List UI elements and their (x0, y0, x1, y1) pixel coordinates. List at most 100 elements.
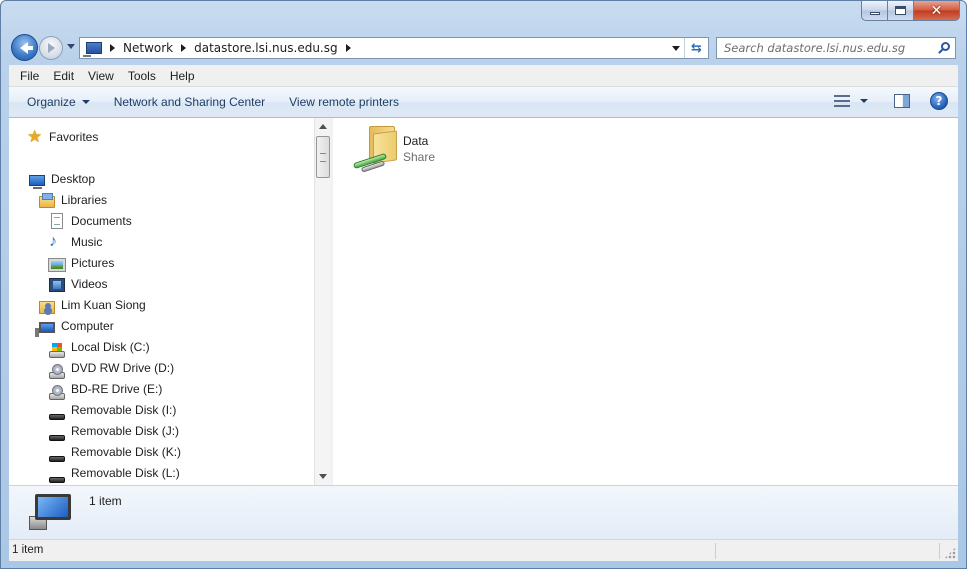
pictures-icon (48, 258, 66, 272)
menu-edit[interactable]: Edit (46, 69, 81, 83)
removable-disk-icon (49, 414, 65, 420)
menu-file[interactable]: File (13, 69, 46, 83)
tree-label-libraries: Libraries (61, 193, 108, 207)
videos-icon (49, 278, 65, 292)
removable-disk-icon (49, 456, 65, 462)
file-name: Data (403, 134, 429, 148)
search-input[interactable] (717, 41, 933, 55)
command-bar: Organize Network and Sharing Center View… (9, 87, 958, 118)
help-icon[interactable]: ? (930, 92, 948, 110)
star-icon: ★ (27, 127, 43, 146)
recent-pages-dropdown[interactable] (67, 44, 75, 49)
tree-item-videos[interactable]: Videos (49, 274, 107, 294)
scroll-down-icon[interactable] (319, 474, 327, 479)
file-list[interactable]: Data Share (333, 118, 958, 485)
tree-item-drive-k[interactable]: Removable Disk (K:) (49, 442, 181, 462)
view-remote-printers-button[interactable]: View remote printers (277, 95, 411, 109)
change-view-icon[interactable] (834, 94, 850, 108)
tree-item-drive-i[interactable]: Removable Disk (I:) (49, 400, 176, 420)
menu-tools[interactable]: Tools (121, 69, 163, 83)
explorer-window: ✕ Network datastore.lsi.nus.edu.sg ⇆ Fil… (0, 0, 967, 569)
tree-item-libraries[interactable]: Libraries (39, 190, 107, 210)
tree-label-favorites: Favorites (49, 130, 99, 144)
resize-grip[interactable] (944, 547, 956, 559)
chevron-down-icon (81, 100, 90, 104)
music-icon: ♪ (49, 233, 57, 250)
maximize-icon (895, 6, 906, 15)
tree-item-drive-c[interactable]: Local Disk (C:) (49, 337, 150, 358)
shared-folder-icon (351, 124, 401, 174)
breadcrumb-datastore[interactable]: datastore.lsi.nus.edu.sg (194, 41, 338, 55)
tree-item-documents[interactable]: Documents (49, 211, 132, 231)
address-history-dropdown[interactable] (672, 46, 680, 51)
tree-item-music[interactable]: ♪ Music (49, 232, 102, 252)
tree-item-pictures[interactable]: Pictures (48, 253, 115, 273)
maximize-button[interactable] (888, 1, 914, 21)
navigation-row: Network datastore.lsi.nus.edu.sg ⇆ (1, 31, 966, 63)
caption-buttons: ✕ (861, 1, 960, 21)
removable-disk-icon (49, 435, 65, 441)
scrollbar-thumb[interactable] (316, 136, 330, 178)
close-button[interactable]: ✕ (914, 1, 960, 21)
tree-label-drive: Removable Disk (J:) (71, 424, 180, 438)
tree-label-drive: Removable Disk (I:) (71, 403, 177, 417)
minimize-icon (869, 12, 880, 15)
preview-pane-icon[interactable] (894, 94, 910, 108)
back-arrow-icon (19, 41, 33, 54)
status-text: 1 item (12, 544, 44, 556)
breadcrumb-network[interactable]: Network (123, 41, 173, 55)
command-bar-right: ? (834, 92, 948, 110)
breadcrumb-chevron-icon[interactable] (110, 44, 115, 52)
status-bar: 1 item (9, 539, 958, 561)
address-bar[interactable]: Network datastore.lsi.nus.edu.sg ⇆ (79, 37, 709, 59)
search-box[interactable] (716, 37, 956, 59)
breadcrumb-chevron-icon[interactable] (181, 44, 187, 52)
menu-bar: File Edit View Tools Help (9, 65, 958, 87)
forward-button[interactable] (39, 36, 63, 60)
tree-label-drive: DVD RW Drive (D:) (71, 361, 175, 375)
tree-item-user[interactable]: Lim Kuan Siong (39, 295, 146, 315)
user-folder-icon (39, 300, 55, 314)
local-disk-icon (49, 342, 65, 358)
tree-label-computer: Computer (61, 319, 114, 333)
file-item-text: Data Share (401, 124, 435, 176)
status-divider (715, 543, 716, 559)
forward-arrow-icon (47, 43, 55, 53)
scroll-up-icon[interactable] (319, 124, 327, 129)
tree-label-videos: Videos (71, 277, 108, 291)
removable-disk-icon (49, 477, 65, 483)
tree-item-computer[interactable]: Computer (35, 316, 114, 337)
tree-label-drive: Removable Disk (K:) (71, 445, 182, 459)
refresh-button[interactable]: ⇆ (684, 38, 708, 58)
tree-label-drive: Removable Disk (L:) (71, 466, 180, 480)
minimize-button[interactable] (861, 1, 888, 21)
libraries-icon (39, 193, 55, 208)
tree-label-pictures: Pictures (71, 256, 115, 270)
network-sharing-center-button[interactable]: Network and Sharing Center (102, 95, 277, 109)
tree-label-documents: Documents (71, 214, 132, 228)
navigation-pane: ★ Favorites Desktop Libraries Documents … (9, 118, 314, 485)
menu-help[interactable]: Help (163, 69, 202, 83)
tree-item-favorites[interactable]: ★ Favorites (27, 127, 98, 147)
back-button[interactable] (11, 34, 38, 61)
remote-printers-label: View remote printers (289, 95, 399, 109)
file-type: Share (403, 150, 436, 164)
menu-view[interactable]: View (81, 69, 121, 83)
breadcrumb-chevron-icon[interactable] (345, 44, 351, 52)
tree-item-drive-d[interactable]: DVD RW Drive (D:) (49, 358, 175, 379)
view-options-dropdown[interactable] (860, 99, 868, 103)
network-location-icon (83, 42, 102, 57)
details-pane: 1 item (9, 485, 958, 539)
organize-button[interactable]: Organize (9, 95, 102, 109)
tree-item-drive-j[interactable]: Removable Disk (J:) (49, 421, 179, 441)
refresh-icon: ⇆ (691, 40, 702, 56)
tree-label-drive: Local Disk (C:) (71, 340, 150, 354)
tree-label-desktop: Desktop (51, 172, 96, 186)
navigation-scrollbar[interactable] (314, 118, 331, 485)
tree-item-drive-l[interactable]: Removable Disk (L:) (49, 463, 180, 483)
tree-item-desktop[interactable]: Desktop (29, 169, 95, 189)
content-area: ★ Favorites Desktop Libraries Documents … (9, 118, 958, 485)
file-item-data-share[interactable]: Data Share (351, 124, 471, 176)
tree-item-drive-e[interactable]: BD-RE Drive (E:) (49, 379, 162, 400)
search-button[interactable] (933, 41, 955, 53)
